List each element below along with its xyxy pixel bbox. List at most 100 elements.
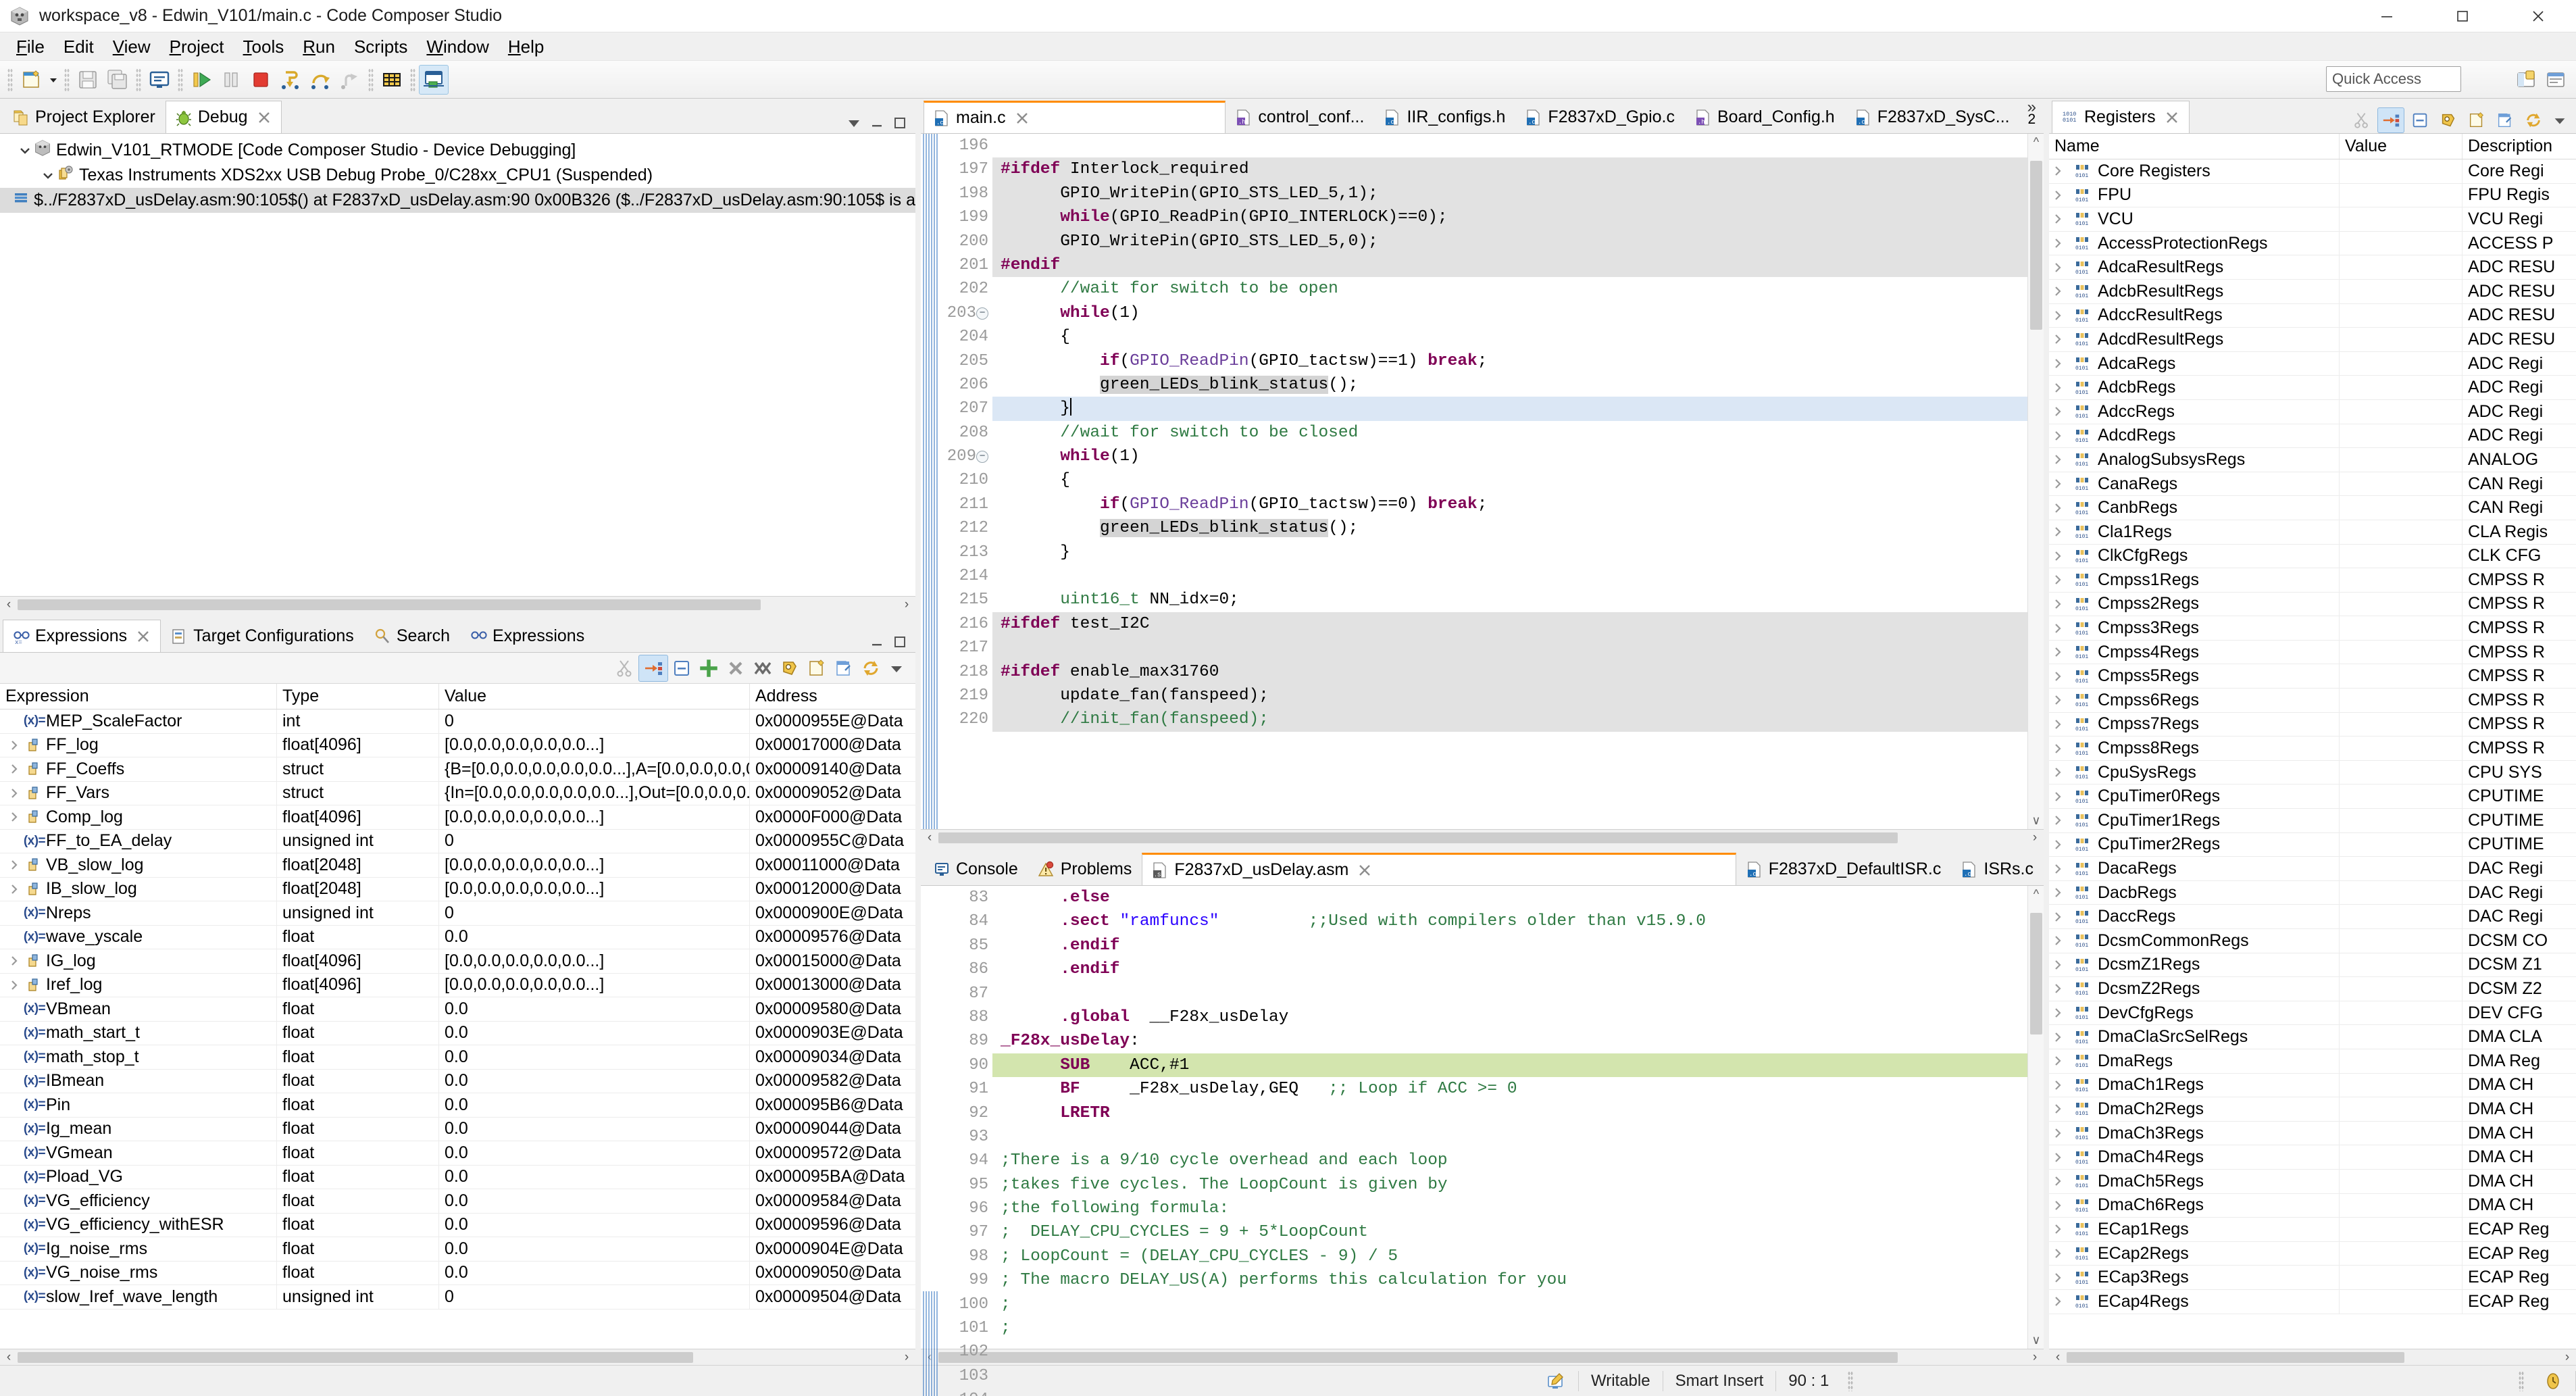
editor-horizontal-scrollbar[interactable]: ‹ › (921, 829, 2044, 845)
chevron-down-icon[interactable] (39, 167, 57, 184)
expression-cell-value[interactable]: 0 (439, 829, 750, 853)
debug-perspective-icon[interactable] (419, 64, 449, 95)
expression-cell-value[interactable]: 0.0 (439, 1117, 750, 1141)
editor-code-line[interactable]: } (992, 397, 2027, 421)
register-cell-value[interactable] (2340, 376, 2463, 399)
register-cell-value[interactable] (2340, 207, 2463, 231)
chevron-right-icon[interactable] (2049, 860, 2067, 878)
register-cell-name[interactable]: 0101 Cmpss4Regs (2049, 640, 2340, 664)
expression-cell-address[interactable]: 0x0000900E@Data (750, 901, 907, 925)
chevron-right-icon[interactable] (5, 784, 23, 802)
asm-code-line[interactable]: _F28x_usDelay: (992, 1029, 2027, 1053)
expression-cell-name[interactable]: (x)= Ig_mean (0, 1117, 277, 1141)
asm-code-line[interactable]: ; DELAY_CPU_CYCLES = 9 + 5*LoopCount (992, 1220, 2027, 1244)
register-cell-value[interactable] (2340, 640, 2463, 664)
expression-cell-type[interactable]: int (277, 709, 439, 733)
expression-row[interactable]: IG_log float[4096] [0.0,0.0,0.0,0.0,0.0...… (0, 949, 915, 974)
source-editor[interactable]: 196 197 198 199 200 201 202 203− 204 205 206 207 208… (921, 134, 2044, 829)
expression-cell-address[interactable]: 0x00009034@Data (750, 1045, 907, 1069)
register-cell-value[interactable] (2340, 1121, 2463, 1145)
register-row[interactable]: 0101 Cmpss4Regs CMPSS R (2049, 640, 2576, 665)
expression-cell-name[interactable]: (x)= Pin (0, 1093, 277, 1117)
register-cell-value[interactable] (2340, 1049, 2463, 1073)
toolbar-grip-6[interactable] (410, 68, 415, 91)
register-row[interactable]: 0101 CanaRegs CAN Regi (2049, 472, 2576, 497)
editor-code-line[interactable]: #ifdef enable_max31760 (992, 659, 2027, 684)
expression-cell-value[interactable]: 0.0 (439, 1021, 750, 1045)
chevron-right-icon[interactable] (2049, 908, 2067, 926)
expression-cell-type[interactable]: unsigned int (277, 1285, 439, 1309)
minimize-view-icon[interactable] (867, 632, 887, 652)
expression-cell-name[interactable]: (x)= Pload_VG (0, 1165, 277, 1189)
register-row[interactable]: 0101 AdcdResultRegs ADC RESU (2049, 328, 2576, 352)
asm-vertical-scrollbar[interactable]: ^ ∨ (2027, 886, 2044, 1349)
horizontal-sash-mid[interactable] (921, 845, 2044, 851)
expression-cell-value[interactable]: [0.0,0.0,0.0,0.0,0.0...] (439, 805, 750, 829)
asm-code-line[interactable]: ; (992, 1316, 2027, 1340)
register-cell-value[interactable] (2340, 568, 2463, 592)
column-header-name[interactable]: Name (2049, 134, 2340, 159)
open-perspective-icon[interactable] (2511, 65, 2541, 95)
tab-f2837xd-gpio-c[interactable]: .c F2837xD_Gpio.c (1515, 101, 1685, 133)
expression-cell-address[interactable]: 0x0000F000@Data (750, 805, 907, 829)
asm-code-area[interactable]: .else .sect "ramfuncs" ;;Used with compi… (992, 886, 2027, 1349)
chevron-right-icon[interactable] (2049, 716, 2067, 733)
register-cell-value[interactable] (2340, 1266, 2463, 1289)
scroll-up-icon[interactable]: ^ (2028, 887, 2044, 901)
expression-cell-address[interactable]: 0x00011000@Data (750, 853, 907, 877)
register-row[interactable]: 0101 Cmpss5Regs CMPSS R (2049, 664, 2576, 689)
chevron-right-icon[interactable] (2049, 956, 2067, 974)
register-row[interactable]: 0101 DmaCh3Regs DMA CH (2049, 1121, 2576, 1146)
minimize-view-icon[interactable] (867, 113, 887, 133)
expression-cell-type[interactable]: float[4096] (277, 805, 439, 829)
chevron-right-icon[interactable] (2049, 355, 2067, 372)
cut-icon[interactable] (2349, 107, 2375, 133)
register-cell-value[interactable] (2340, 760, 2463, 784)
expression-cell-address[interactable]: 0x0000955C@Data (750, 830, 907, 853)
register-cell-value[interactable] (2340, 1145, 2463, 1169)
remove-icon[interactable] (722, 655, 749, 682)
expression-cell-value[interactable]: [0.0,0.0,0.0,0.0,0.0...] (439, 733, 750, 757)
menu-project[interactable]: Project (160, 35, 234, 58)
register-cell-name[interactable]: 0101 AdcbRegs (2049, 376, 2340, 399)
edit-register-icon[interactable] (2492, 107, 2518, 133)
scroll-right-icon[interactable]: › (898, 597, 915, 612)
expression-cell-type[interactable]: float (277, 1117, 439, 1141)
register-cell-name[interactable]: 0101 AdcaRegs (2049, 351, 2340, 376)
chevron-right-icon[interactable] (2049, 764, 2067, 781)
scroll-down-icon[interactable]: ∨ (2028, 814, 2044, 828)
expression-cell-address[interactable]: 0x00009140@Data (750, 757, 907, 781)
expression-cell-address[interactable]: 0x00009582@Data (750, 1070, 907, 1093)
asm-code-line[interactable]: .else (992, 886, 2027, 909)
tab-search[interactable]: Search (364, 620, 460, 652)
chevron-right-icon[interactable] (2049, 571, 2067, 589)
register-cell-value[interactable] (2340, 303, 2463, 328)
expression-cell-value[interactable]: 0.0 (439, 1141, 750, 1165)
expression-cell-value[interactable]: 0.0 (439, 1165, 750, 1189)
register-row[interactable]: 0101 DevCfgRegs DEV CFG (2049, 1001, 2576, 1026)
register-cell-name[interactable]: 0101 DmaCh5Regs (2049, 1169, 2340, 1193)
scroll-down-icon[interactable]: ∨ (2028, 1333, 2044, 1347)
editor-code-line[interactable]: GPIO_WritePin(GPIO_STS_LED_5,1); (992, 181, 2027, 206)
expression-row[interactable]: (x)= Pload_VG float 0.0 0x000095BA@Data (0, 1165, 915, 1189)
editor-code-area[interactable]: #ifdef Interlock_required GPIO_WritePin(… (992, 134, 2027, 829)
expression-cell-address[interactable]: 0x0000904E@Data (750, 1237, 907, 1261)
expression-cell-value[interactable]: 0.0 (439, 1093, 750, 1117)
expression-cell-address[interactable]: 0x00009052@Data (750, 782, 907, 805)
register-row[interactable]: 0101 ClkCfgRegs CLK CFG (2049, 544, 2576, 569)
register-row[interactable]: 0101 AdcdRegs ADC Regi (2049, 424, 2576, 449)
expression-row[interactable]: (x)= Ig_mean float 0.0 0x00009044@Data (0, 1117, 915, 1141)
editor-vertical-scrollbar[interactable]: ^ ∨ (2027, 134, 2044, 829)
chevron-right-icon[interactable] (5, 880, 23, 898)
expression-cell-name[interactable]: (x)= FF_to_EA_delay (0, 829, 277, 853)
quick-access-input[interactable]: Quick Access (2326, 66, 2461, 92)
chevron-right-icon[interactable] (5, 856, 23, 874)
menu-tools[interactable]: Tools (234, 35, 294, 58)
register-row[interactable]: 0101 CpuTimer1Regs CPUTIME (2049, 809, 2576, 833)
register-cell-value[interactable] (2340, 1241, 2463, 1266)
asm-code-line[interactable]: LRETR (992, 1101, 2027, 1125)
register-cell-value[interactable] (2340, 832, 2463, 857)
expression-cell-name[interactable]: FF_Coeffs (0, 757, 277, 781)
asm-code-line[interactable]: ; (992, 1293, 2027, 1316)
tab-control-conf[interactable]: .h control_conf... (1226, 101, 1374, 133)
